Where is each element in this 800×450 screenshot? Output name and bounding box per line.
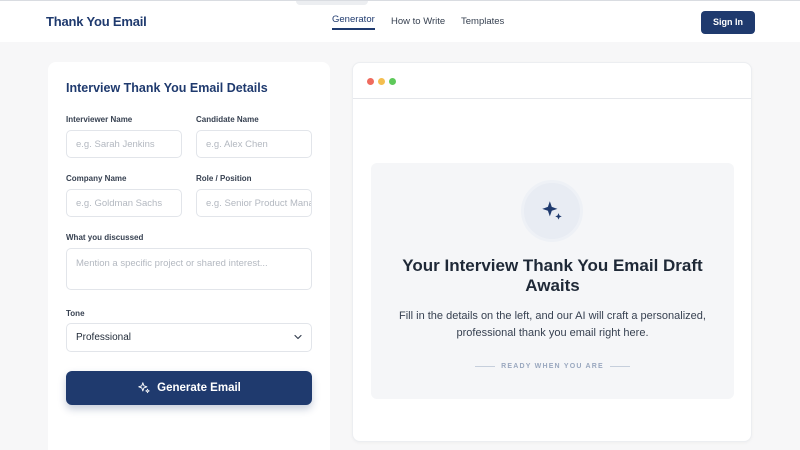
sparkles-badge [521,180,583,242]
top-navbar: Thank You Email Generator How to Write T… [0,0,800,42]
divider-line [609,366,630,367]
brand-logo[interactable]: Thank You Email [46,14,147,29]
preview-window-bar [353,63,751,99]
ready-status: READY WHEN YOU ARE [371,363,734,370]
empty-state-panel: Your Interview Thank You Email Draft Awa… [371,163,734,399]
candidate-name-input[interactable]: e.g. Alex Chen [196,130,312,158]
interviewer-name-label: Interviewer Name [66,115,133,124]
discussed-label: What you discussed [66,233,144,242]
nav-generator-label: Generator [332,14,375,25]
role-position-input[interactable]: e.g. Senior Product Manager [196,189,312,217]
company-name-label: Company Name [66,174,127,183]
window-dot-green [389,78,396,85]
tone-select-value: Professional [76,332,132,343]
company-name-input[interactable]: e.g. Goldman Sachs [66,189,182,217]
window-dot-yellow [378,78,385,85]
nav-tab-decoration [296,1,368,5]
discussed-textarea[interactable]: Mention a specific project or shared int… [66,248,312,290]
empty-state-description: Fill in the details on the left, and our… [399,310,706,339]
interviewer-name-input[interactable]: e.g. Sarah Jenkins [66,130,182,158]
sparkles-icon [542,201,562,220]
nav-how-to-write[interactable]: How to Write [391,16,445,27]
form-title: Interview Thank You Email Details [66,81,268,95]
nav-how-to-write-label: How to Write [391,16,446,27]
generate-email-label: Generate Email [157,382,241,394]
nav-templates-label: Templates [461,16,505,27]
generate-email-button[interactable]: Generate Email [66,371,312,405]
email-preview-panel: Your Interview Thank You Email Draft Awa… [352,62,752,442]
empty-state-headline: Your Interview Thank You Email Draft Awa… [402,256,703,295]
nav-templates[interactable]: Templates [461,16,504,27]
tone-label: Tone [66,309,85,318]
candidate-name-label: Candidate Name [196,115,259,124]
role-position-label: Role / Position [196,174,252,183]
divider-line [475,366,496,367]
email-details-form: Interview Thank You Email Details Interv… [48,62,330,450]
window-dot-red [367,78,374,85]
tone-select[interactable]: Professional [66,323,312,352]
chevron-down-icon [294,334,302,340]
active-nav-underline [332,28,375,30]
ready-status-label: READY WHEN YOU ARE [501,363,604,370]
nav-generator[interactable]: Generator [332,14,375,30]
sign-in-button[interactable]: Sign In [701,11,755,34]
sparkles-icon [138,382,150,394]
